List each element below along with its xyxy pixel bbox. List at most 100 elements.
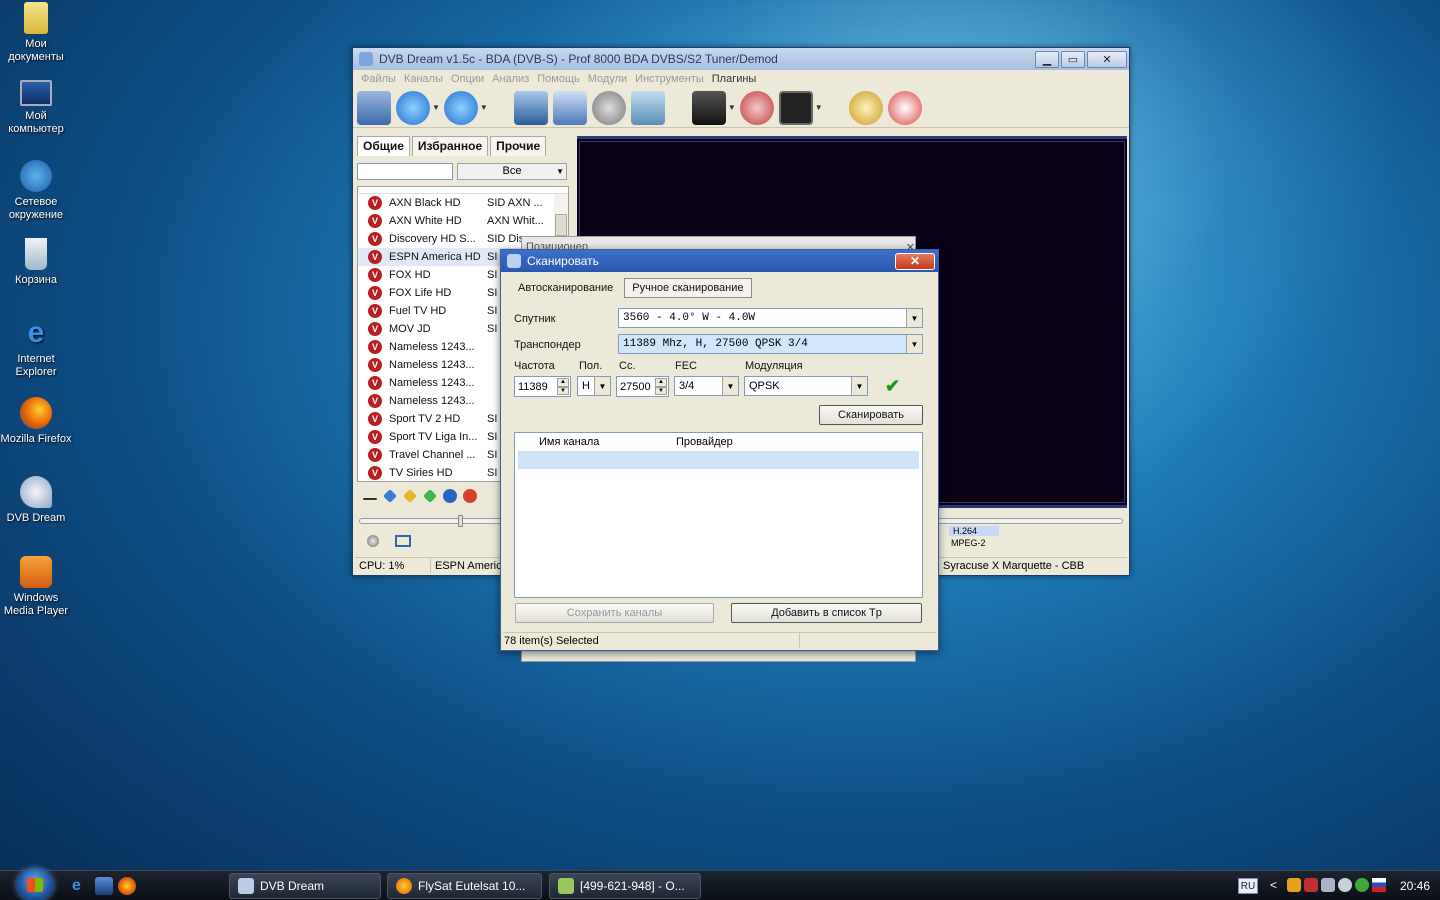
modulation-select[interactable]: QPSK ▼	[744, 376, 868, 396]
desktop-icon-dvb-dream[interactable]: DVB Dream	[0, 476, 72, 525]
firefox-icon[interactable]	[118, 877, 136, 895]
close-button[interactable]: ✕	[1087, 50, 1127, 68]
tab-other[interactable]: Прочие	[490, 136, 547, 156]
diamond-green-icon[interactable]	[423, 489, 437, 503]
column-provider[interactable]: Провайдер	[676, 436, 733, 448]
chevron-down-icon[interactable]: ▼	[594, 377, 610, 395]
satellite-select[interactable]: 3560 - 4.0° W - 4.0W ▼	[618, 308, 923, 328]
open-folder-icon[interactable]	[357, 90, 391, 125]
scrollbar-thumb[interactable]	[555, 214, 567, 236]
tab-autoscan[interactable]: Автосканирование	[513, 278, 618, 298]
tray-app-icon[interactable]	[1287, 878, 1301, 892]
menu-files[interactable]: Файлы	[361, 73, 396, 85]
record-icon[interactable]	[778, 90, 813, 125]
diamond-blue-icon[interactable]	[383, 489, 397, 503]
desktop-icon-my-documents[interactable]: Мои документы	[0, 2, 72, 64]
volume-icon[interactable]	[1338, 878, 1352, 892]
chevron-down-icon[interactable]: ▼	[480, 103, 488, 112]
stop-icon[interactable]	[739, 90, 774, 125]
channel-filter-input[interactable]	[357, 162, 453, 180]
clock-icon[interactable]	[887, 90, 922, 125]
show-desktop-icon[interactable]	[95, 877, 113, 895]
spin-down-icon[interactable]: ▼	[557, 386, 569, 395]
language-indicator[interactable]: RU	[1238, 878, 1258, 894]
info-icon[interactable]	[443, 489, 457, 503]
polarization-select[interactable]: H ▼	[577, 376, 611, 396]
clock[interactable]: 20:46	[1400, 879, 1430, 893]
chevron-down-icon[interactable]: ▼	[906, 335, 922, 353]
channel-name: Fuel TV HD	[389, 305, 447, 317]
chevron-down-icon[interactable]: ▼	[906, 309, 922, 327]
taskbar-button-dvb-dream[interactable]: DVB Dream	[229, 873, 381, 899]
heart-icon[interactable]	[463, 489, 477, 503]
speaker-icon[interactable]	[367, 535, 379, 547]
close-button[interactable]: ✕	[895, 252, 935, 270]
network-icon[interactable]	[1355, 878, 1369, 892]
desktop-icon-media-player[interactable]: Windows Media Player	[0, 556, 72, 618]
diamond-yellow-icon[interactable]	[403, 489, 417, 503]
chevron-down-icon[interactable]: ▼	[815, 103, 823, 112]
tray-app-icon[interactable]	[1304, 878, 1318, 892]
desktop-icon-recycle-bin[interactable]: Корзина	[0, 238, 72, 287]
desktop-icon-firefox[interactable]: Mozilla Firefox	[0, 397, 72, 446]
window-icon[interactable]	[552, 90, 587, 125]
menu-modules[interactable]: Модули	[588, 73, 627, 85]
channel-filter-select[interactable]: Все ▼	[457, 162, 567, 180]
add-to-tp-list-button[interactable]: Добавить в список Tp	[731, 603, 922, 623]
maximize-button[interactable]: ▭	[1061, 50, 1085, 68]
chevron-down-icon[interactable]: ▼	[851, 377, 867, 395]
transponder-select[interactable]: 11389 Mhz, H, 27500 QPSK 3/4 ▼	[618, 334, 923, 354]
flag-icon[interactable]	[1372, 878, 1386, 892]
chevron-down-icon[interactable]: ▼	[432, 103, 440, 112]
chevron-down-icon[interactable]: ▼	[728, 103, 736, 112]
screen-icon[interactable]	[630, 90, 665, 125]
chevron-down-icon: ▼	[556, 166, 564, 176]
scan-button[interactable]: Сканировать	[819, 405, 923, 425]
minimize-button[interactable]: ▁	[1035, 50, 1059, 68]
back-icon[interactable]	[396, 90, 430, 125]
chevron-down-icon[interactable]: ▼	[722, 377, 738, 395]
menu-options[interactable]: Опции	[451, 73, 484, 85]
spin-up-icon[interactable]: ▲	[557, 378, 569, 387]
channel-name: AXN White HD	[389, 215, 462, 227]
taskbar-button-firefox[interactable]: FlySat Eutelsat 10...	[387, 873, 542, 899]
menu-help[interactable]: Помощь	[537, 73, 580, 85]
checkmark-icon[interactable]: ✔	[885, 376, 900, 397]
frequency-spinner[interactable]: 11389 ▲ ▼	[514, 376, 571, 397]
channel-v-icon: V	[368, 466, 382, 480]
menu-channels[interactable]: Каналы	[404, 73, 443, 85]
tab-general[interactable]: Общие	[357, 136, 410, 156]
channel-row[interactable]: V AXN White HD AXN Whit...	[358, 212, 568, 230]
aspect-icon[interactable]	[395, 535, 411, 547]
minus-icon[interactable]	[363, 498, 377, 500]
window-titlebar[interactable]: DVB Dream v1.5c - BDA (DVB-S) - Prof 800…	[353, 48, 1129, 70]
desktop-icon-my-computer[interactable]: Мой компьютер	[0, 80, 72, 136]
menu-analysis[interactable]: Анализ	[492, 73, 529, 85]
spin-down-icon[interactable]: ▼	[655, 386, 667, 395]
column-channel-name[interactable]: Имя канала	[539, 436, 676, 448]
taskbar-button-remote[interactable]: [499-621-948] - O...	[549, 873, 701, 899]
start-button[interactable]	[16, 868, 54, 900]
monitor-icon[interactable]	[513, 90, 548, 125]
clapper-icon[interactable]	[691, 90, 726, 125]
menu-plugins[interactable]: Плагины	[712, 73, 757, 85]
spin-up-icon[interactable]: ▲	[655, 378, 667, 387]
fec-select[interactable]: 3/4 ▼	[674, 376, 739, 396]
tab-favorites[interactable]: Избранное	[411, 136, 489, 156]
dialog-titlebar[interactable]: Сканировать ✕	[501, 250, 938, 272]
channel-row[interactable]: V AXN Black HD SID AXN ...	[358, 194, 568, 212]
forward-icon[interactable]	[443, 90, 478, 125]
menu-tools[interactable]: Инструменты	[635, 73, 704, 85]
chevron-left-icon[interactable]: <	[1270, 878, 1284, 892]
gear-icon[interactable]	[591, 90, 626, 125]
stopwatch-icon[interactable]	[848, 90, 883, 125]
internet-explorer-icon[interactable]: e	[72, 877, 90, 895]
desktop-icon-internet-explorer[interactable]: e Internet Explorer	[0, 317, 72, 379]
tray-app-icon[interactable]	[1321, 878, 1335, 892]
save-channels-button[interactable]: Сохранить каналы	[515, 603, 714, 623]
list-item[interactable]	[518, 451, 919, 469]
seek-knob[interactable]	[458, 515, 463, 527]
tab-manual-scan[interactable]: Ручное сканирование	[624, 278, 752, 298]
desktop-icon-network[interactable]: Сетевое окружение	[0, 160, 72, 222]
symbol-rate-spinner[interactable]: 27500 ▲ ▼	[616, 376, 669, 397]
